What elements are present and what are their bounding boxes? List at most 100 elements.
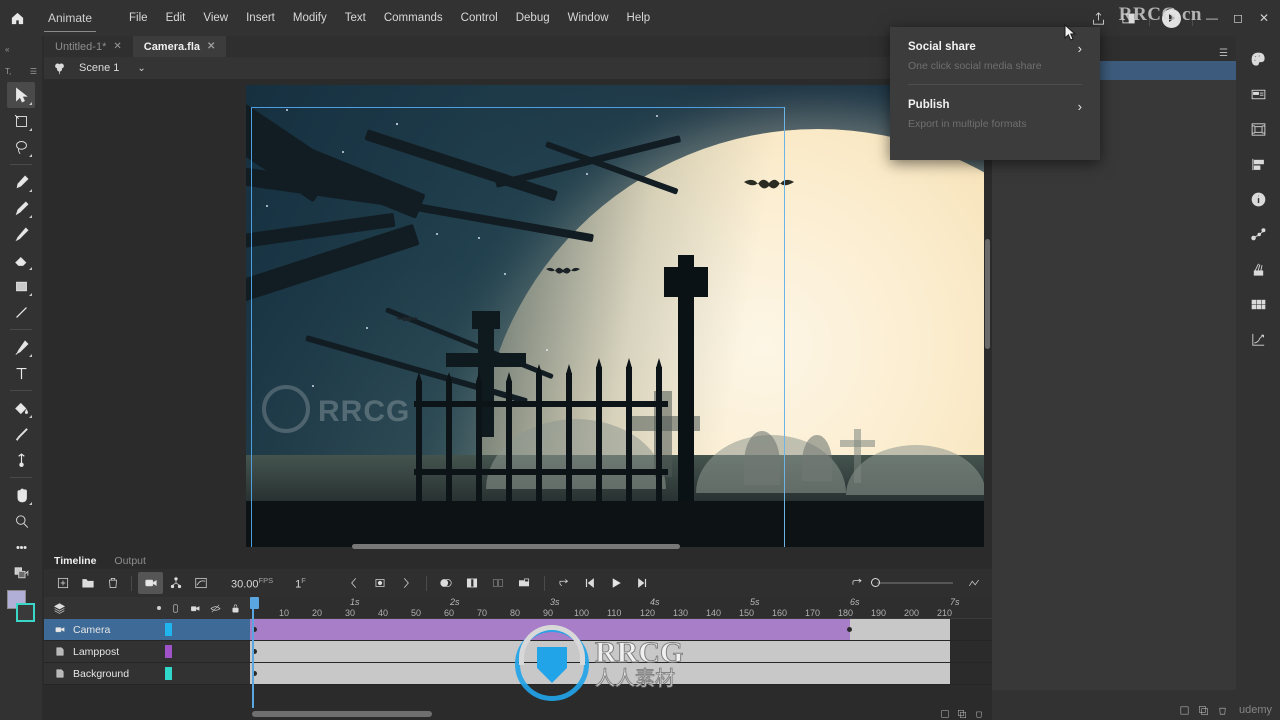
new-folder-icon[interactable] — [75, 572, 100, 594]
dropdown-item-publish[interactable]: Publish › Export in multiple formats — [908, 99, 1082, 130]
menu-text[interactable]: Text — [336, 0, 375, 36]
keyframe-marker[interactable] — [847, 627, 852, 632]
frame-span[interactable] — [250, 663, 950, 684]
menu-commands[interactable]: Commands — [375, 0, 452, 36]
canvas-vertical-scrollbar[interactable] — [983, 239, 992, 349]
color-swatches[interactable] — [6, 590, 36, 624]
text-tool[interactable] — [7, 360, 35, 386]
maximize-button[interactable]: ◻ — [1226, 7, 1250, 29]
previous-keyframe-icon[interactable] — [342, 572, 367, 594]
canvas-area[interactable]: RRCG — [44, 79, 992, 553]
layer-row-camera[interactable]: Camera — [44, 619, 250, 641]
paint-brush-tool[interactable] — [7, 169, 35, 195]
transform-icon[interactable] — [1243, 219, 1273, 249]
menu-help[interactable]: Help — [618, 0, 660, 36]
minimize-button[interactable]: — — [1200, 7, 1224, 29]
onion-skin-icon[interactable] — [434, 572, 459, 594]
motion-editor-icon[interactable] — [1243, 324, 1273, 354]
close-icon[interactable]: ✕ — [113, 41, 121, 52]
classic-brush-tool[interactable] — [7, 221, 35, 247]
lasso-tool[interactable] — [7, 134, 35, 160]
frame-span[interactable] — [250, 641, 950, 662]
dot-icon[interactable] — [157, 606, 161, 610]
selection-tool[interactable] — [7, 82, 35, 108]
frame-track-background[interactable] — [250, 663, 992, 685]
insert-keyframe-icon[interactable] — [368, 572, 393, 594]
tab-timeline[interactable]: Timeline — [48, 555, 102, 567]
align-icon[interactable] — [1243, 149, 1273, 179]
rectangle-tool[interactable] — [7, 273, 35, 299]
pen-tool[interactable] — [7, 334, 35, 360]
paint-bucket-tool[interactable] — [7, 395, 35, 421]
dropdown-item-social-share[interactable]: Social share › One click social media sh… — [908, 41, 1082, 72]
scroll-thumb[interactable] — [352, 544, 680, 549]
fluid-brush-tool[interactable] — [7, 195, 35, 221]
zoom-slider[interactable] — [871, 578, 953, 587]
menu-insert[interactable]: Insert — [237, 0, 284, 36]
camera-icon[interactable] — [138, 572, 163, 594]
frame-track-camera[interactable] — [250, 619, 992, 641]
layer-parenting-icon[interactable] — [163, 572, 188, 594]
document-tab-untitled[interactable]: Untitled-1* ✕ — [44, 36, 133, 57]
menu-file[interactable]: File — [120, 0, 157, 36]
tween-span[interactable] — [250, 619, 850, 640]
layout-icon[interactable] — [1114, 4, 1142, 32]
menu-modify[interactable]: Modify — [284, 0, 336, 36]
step-forward-icon[interactable] — [630, 572, 655, 594]
free-transform-tool[interactable] — [7, 108, 35, 134]
play-icon[interactable] — [604, 572, 629, 594]
delete-layer-icon[interactable] — [100, 572, 125, 594]
frame-track-lamppost[interactable] — [250, 641, 992, 663]
chevron-right-icon[interactable]: › — [1078, 99, 1082, 114]
info-icon[interactable] — [1243, 184, 1273, 214]
chevron-down-icon[interactable]: ⌄ — [137, 63, 145, 74]
step-back-icon[interactable] — [578, 572, 603, 594]
menu-window[interactable]: Window — [559, 0, 618, 36]
chevron-right-icon[interactable]: › — [1078, 41, 1082, 56]
zoom-tool[interactable] — [7, 508, 35, 534]
eyedropper-tool[interactable] — [7, 421, 35, 447]
menu-control[interactable]: Control — [452, 0, 507, 36]
menu-edit[interactable]: Edit — [157, 0, 195, 36]
fps-value[interactable]: 30.00FPS — [231, 576, 273, 591]
eraser-tool[interactable] — [7, 247, 35, 273]
line-tool[interactable] — [7, 299, 35, 325]
loop-playback-icon[interactable] — [844, 572, 869, 594]
hand-tool[interactable] — [7, 482, 35, 508]
document-tab-camera[interactable]: Camera.fla ✕ — [132, 36, 227, 57]
layer-row-lamppost[interactable]: Lamppost — [44, 641, 250, 663]
menu-debug[interactable]: Debug — [507, 0, 559, 36]
close-button[interactable]: ✕ — [1252, 7, 1276, 29]
resize-timeline-icon[interactable] — [961, 572, 986, 594]
layer-row-background[interactable]: Background — [44, 663, 250, 685]
edit-multiple-frames-icon[interactable] — [486, 572, 511, 594]
home-icon[interactable] — [0, 0, 34, 36]
playhead[interactable] — [252, 597, 254, 720]
menu-view[interactable]: View — [194, 0, 237, 36]
properties-icon[interactable] — [1243, 79, 1273, 109]
frame-picker-icon[interactable] — [1243, 289, 1273, 319]
loop-icon[interactable] — [552, 572, 577, 594]
brush-library-icon[interactable] — [1243, 254, 1273, 284]
app-name-tab[interactable]: Animate — [34, 0, 106, 36]
current-frame-value[interactable]: 1F — [295, 576, 306, 591]
asset-warp-tool[interactable] — [7, 447, 35, 473]
more-tools-icon[interactable] — [7, 534, 35, 560]
slider-handle[interactable] — [871, 578, 880, 587]
play-circle-icon[interactable] — [1157, 4, 1185, 32]
color-palette-icon[interactable] — [1243, 44, 1273, 74]
frames-grid[interactable]: 1s 2s 3s 4s 5s 6s 7s 10 20 30 40 50 60 7… — [250, 597, 992, 720]
scroll-thumb[interactable] — [985, 239, 990, 349]
library-icon[interactable] — [1243, 114, 1273, 144]
scene-selector[interactable] — [52, 61, 67, 76]
swap-colors-icon[interactable] — [7, 560, 35, 586]
tools-menu-icon[interactable]: ☰ — [30, 67, 37, 76]
stroke-color-swatch[interactable] — [16, 603, 35, 622]
stage[interactable]: RRCG — [246, 85, 984, 547]
share-dropdown-menu[interactable]: Social share › One click social media sh… — [890, 27, 1100, 160]
timeline-scroll-thumb[interactable] — [252, 711, 432, 717]
motion-editor-icon[interactable] — [188, 572, 213, 594]
onion-skin-outlines-icon[interactable] — [460, 572, 485, 594]
modify-onion-markers-icon[interactable] — [512, 572, 537, 594]
tab-output[interactable]: Output — [108, 555, 152, 567]
